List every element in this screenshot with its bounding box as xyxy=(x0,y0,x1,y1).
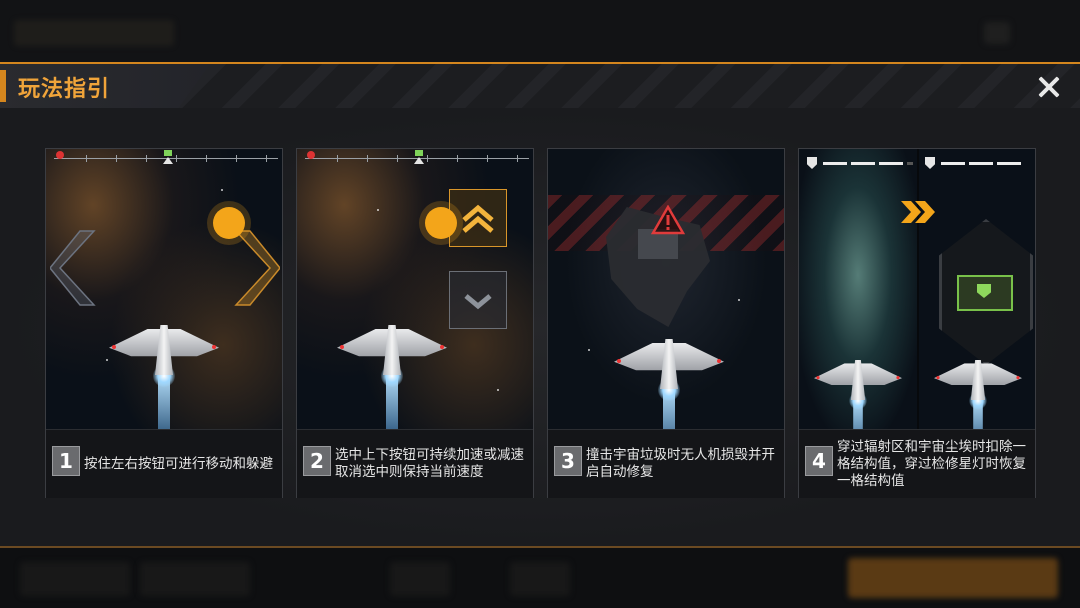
guide-card-3: 3 撞击宇宙垃圾时无人机损毁并开启自动修复 xyxy=(547,148,785,498)
goal-flag-icon xyxy=(164,150,172,156)
card-4-caption: 4 穿过辐射区和宇宙尘埃时扣除一格结构值，穿过检修星灯时恢复一格结构值 xyxy=(799,429,1035,498)
structure-bar-after xyxy=(925,157,1031,169)
step-description: 按住左右按钮可进行移动和躲避 xyxy=(84,455,273,472)
card-3-illustration xyxy=(548,149,784,429)
spaceship-icon xyxy=(109,325,219,429)
card-3-caption: 3 撞击宇宙垃圾时无人机损毁并开启自动修复 xyxy=(548,429,784,498)
dialog-title: 玩法指引 xyxy=(18,77,111,102)
chevron-right-icon xyxy=(234,230,280,306)
goal-flag-icon xyxy=(415,150,423,156)
card-1-illustration xyxy=(46,149,282,429)
step-description: 选中上下按钮可持续加速或减速取消选中则保持当前速度 xyxy=(335,447,524,480)
speed-down-button-illustration xyxy=(449,271,507,329)
title-accent-bar xyxy=(0,70,6,102)
player-position-icon xyxy=(163,157,173,164)
enemy-marker-icon xyxy=(56,151,64,159)
enemy-marker-icon xyxy=(307,151,315,159)
blurred-background-primary-button xyxy=(848,558,1058,598)
blurred-background-button xyxy=(140,562,250,596)
panel-divider xyxy=(917,149,919,429)
title-box: 玩法指引 xyxy=(0,64,210,108)
blurred-background-title xyxy=(14,20,174,46)
spaceship-icon xyxy=(337,325,447,429)
guide-card-4: 4 穿过辐射区和宇宙尘埃时扣除一格结构值，穿过检修星灯时恢复一格结构值 xyxy=(798,148,1036,498)
spaceship-icon xyxy=(934,360,1022,429)
shield-icon xyxy=(807,157,817,169)
player-position-icon xyxy=(414,157,424,164)
chevron-down-icon xyxy=(464,294,492,310)
step-number: 1 xyxy=(52,446,80,476)
double-chevron-right-icon xyxy=(901,201,935,223)
background-bottom-bar xyxy=(0,548,1080,608)
close-icon[interactable] xyxy=(1032,70,1066,104)
spaceship-icon xyxy=(814,360,902,429)
structure-bar-before xyxy=(807,157,913,169)
touch-indicator-icon xyxy=(213,207,245,239)
blurred-background-icon xyxy=(984,22,1010,44)
shield-icon xyxy=(925,157,935,169)
blurred-background-button xyxy=(390,562,450,596)
guide-dialog: 玩法指引 1 按住左右按钮可进行移动和躲避 2 选中上下按钮可持续加速或减速取消… xyxy=(0,62,1080,548)
chevron-left-icon xyxy=(50,230,96,306)
step-number: 2 xyxy=(303,446,331,476)
double-chevron-up-icon xyxy=(462,204,494,233)
speed-up-button-illustration xyxy=(449,189,507,247)
blurred-background-button xyxy=(510,562,570,596)
dialog-header: 玩法指引 xyxy=(0,64,1080,108)
guide-card-2: 2 选中上下按钮可持续加速或减速取消选中则保持当前速度 xyxy=(296,148,534,498)
step-number: 3 xyxy=(554,446,582,476)
progress-ruler xyxy=(297,149,533,165)
touch-indicator-icon xyxy=(425,207,457,239)
step-number: 4 xyxy=(805,446,833,476)
progress-ruler xyxy=(46,149,282,165)
card-2-illustration xyxy=(297,149,533,429)
card-2-caption: 2 选中上下按钮可持续加速或减速取消选中则保持当前速度 xyxy=(297,429,533,498)
spaceship-icon xyxy=(614,339,724,429)
repair-beacon-icon xyxy=(957,275,1013,311)
warning-icon xyxy=(651,205,685,235)
card-4-illustration xyxy=(799,149,1035,429)
guide-card-1: 1 按住左右按钮可进行移动和躲避 xyxy=(45,148,283,498)
step-description: 穿过辐射区和宇宙尘埃时扣除一格结构值，穿过检修星灯时恢复一格结构值 xyxy=(837,438,1026,489)
background-top-bar xyxy=(0,0,1080,62)
blurred-background-button xyxy=(20,562,130,596)
card-1-caption: 1 按住左右按钮可进行移动和躲避 xyxy=(46,429,282,498)
step-description: 撞击宇宙垃圾时无人机损毁并开启自动修复 xyxy=(586,447,775,480)
guide-content: 1 按住左右按钮可进行移动和躲避 2 选中上下按钮可持续加速或减速取消选中则保持… xyxy=(0,108,1080,546)
